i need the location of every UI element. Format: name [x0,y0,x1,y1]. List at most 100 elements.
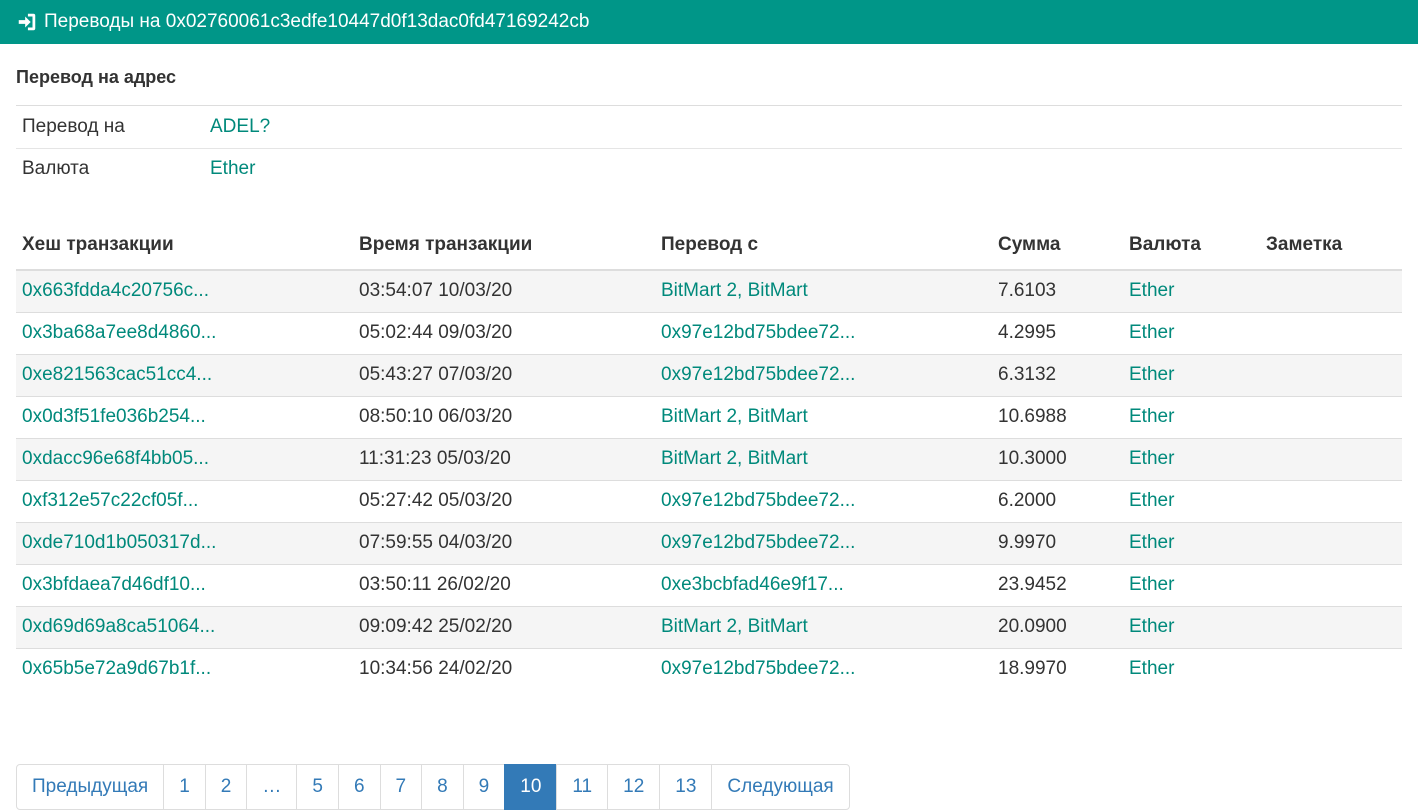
table-cell: 20.0900 [992,605,1123,648]
table-cell: 0x65b5e72a9d67b1f... [16,647,353,689]
page-9-button[interactable]: 9 [462,764,506,810]
page-11-button[interactable]: 11 [556,764,609,810]
table-cell: BitMart 2, BitMart [655,395,992,438]
table-cell: Ether [1123,647,1260,689]
tx-hash-link[interactable]: 0xe821563cac51cc4... [22,364,212,385]
tx-currency-link[interactable]: Ether [1129,658,1174,679]
tx-amount: 18.9970 [998,657,1067,679]
table-row: 0x0d3f51fe036b254... 08:50:10 06/03/20 Bit… [16,395,1402,438]
tx-hash-link[interactable]: 0x3bfdaea7d46df10... [22,574,206,595]
previous-page-button[interactable]: Предыдущая [16,764,165,810]
tx-time: 05:43:27 07/03/20 [359,364,513,385]
transactions-table: Хеш транзакции Время транзакции Перевод … [16,220,1402,689]
tx-from-link[interactable]: 0x97e12bd75bdee72... [661,532,855,553]
table-cell: Ether [1123,605,1260,648]
tx-currency-link[interactable]: Ether [1129,280,1174,301]
table-cell: Ether [1123,311,1260,354]
tx-currency-link[interactable]: Ether [1129,574,1174,595]
table-cell: BitMart 2, BitMart [655,605,992,648]
tx-hash-link[interactable]: 0xdacc96e68f4bb05... [22,448,209,469]
tx-currency-link[interactable]: Ether [1129,406,1174,427]
tx-amount: 6.2000 [998,490,1057,511]
recipient-link[interactable]: ADEL? [210,116,270,137]
tx-from-link[interactable]: BitMart 2, BitMart [661,280,808,301]
tx-from-link[interactable]: 0x97e12bd75bdee72... [661,364,855,385]
page-ellipsis: … [246,764,298,810]
tx-time: 10:34:56 24/02/20 [359,657,513,679]
table-row: 0x663fdda4c20756c... 03:54:07 10/03/20 Bit… [16,270,1402,312]
tx-amount: 4.2995 [998,322,1057,343]
table-cell: 03:54:07 10/03/20 [353,270,655,312]
currency-link[interactable]: Ether [210,158,255,179]
table-cell: 0xf312e57c22cf05f... [16,479,353,522]
tx-from-link[interactable]: 0x97e12bd75bdee72... [661,322,855,343]
tx-hash-link[interactable]: 0xf312e57c22cf05f... [22,490,198,511]
tx-hash-link[interactable]: 0xde710d1b050317d... [22,532,216,553]
tx-hash-link[interactable]: 0x0d3f51fe036b254... [22,406,206,427]
next-page-button[interactable]: Следующая [711,764,850,810]
table-cell: 0x97e12bd75bdee72... [655,311,992,354]
table-row: 0x65b5e72a9d67b1f... 10:34:56 24/02/20 0x9… [16,647,1402,689]
page-7-button[interactable]: 7 [379,764,423,810]
table-cell [1260,521,1402,564]
table-cell: Ether [1123,563,1260,606]
info-row-currency: Валюта Ether [16,148,1402,190]
tx-from-link[interactable]: 0xe3bcbfad46e9f17... [661,574,844,595]
table-row: 0xe821563cac51cc4... 05:43:27 07/03/20 0x9… [16,353,1402,396]
table-cell [1260,270,1402,312]
tx-amount: 20.0900 [998,616,1067,637]
column-header-from: Перевод с [655,220,992,271]
page-8-button[interactable]: 8 [421,764,464,810]
section-title: Перевод на адрес [16,44,1402,106]
table-cell [1260,395,1402,438]
tx-amount: 10.6988 [998,406,1067,427]
tx-currency-link[interactable]: Ether [1129,448,1174,469]
table-cell: 10:34:56 24/02/20 [353,647,655,689]
table-cell: 0xe3bcbfad46e9f17... [655,563,992,606]
tx-from-link[interactable]: BitMart 2, BitMart [661,406,808,427]
table-row: 0xd69d69a8ca51064... 09:09:42 25/02/20 Bit… [16,605,1402,648]
tx-hash-link[interactable]: 0x65b5e72a9d67b1f... [22,658,211,679]
tx-from-link[interactable]: 0x97e12bd75bdee72... [661,658,855,679]
table-cell [1260,311,1402,354]
table-cell: Ether [1123,353,1260,396]
tx-hash-link[interactable]: 0x663fdda4c20756c... [22,280,209,301]
page-6-button[interactable]: 6 [337,764,381,810]
tx-time: 05:27:42 05/03/20 [359,490,513,511]
sign-in-icon [16,10,40,34]
table-cell: 11:31:23 05/03/20 [353,437,655,480]
table-cell: Ether [1123,395,1260,438]
tx-currency-link[interactable]: Ether [1129,616,1174,637]
page-12-button[interactable]: 12 [607,764,661,810]
column-header-time: Время транзакции [353,220,655,271]
column-header-currency: Валюта [1123,220,1260,271]
table-cell: 23.9452 [992,563,1123,606]
info-key: Перевод на [16,106,204,149]
table-cell: Ether [1123,270,1260,312]
table-cell: 05:02:44 09/03/20 [353,311,655,354]
table-cell: 0x97e12bd75bdee72... [655,479,992,522]
table-cell: 9.9970 [992,521,1123,564]
page-2-button[interactable]: 2 [204,764,248,810]
page-5-button[interactable]: 5 [296,764,339,810]
tx-from-link[interactable]: BitMart 2, BitMart [661,616,808,637]
tx-from-link[interactable]: 0x97e12bd75bdee72... [661,490,855,511]
table-cell [1260,647,1402,689]
page-title: Переводы на 0x02760061c3edfe10447d0f13da… [44,11,590,32]
tx-currency-link[interactable]: Ether [1129,364,1174,385]
page-13-button[interactable]: 13 [659,764,713,810]
tx-hash-link[interactable]: 0xd69d69a8ca51064... [22,616,215,637]
tx-currency-link[interactable]: Ether [1129,322,1174,343]
info-row-recipient: Перевод на ADEL? [16,106,1402,149]
tx-from-link[interactable]: BitMart 2, BitMart [661,448,808,469]
tx-currency-link[interactable]: Ether [1129,490,1174,511]
page-10-button[interactable]: 10 [504,764,558,810]
tx-hash-link[interactable]: 0x3ba68a7ee8d4860... [22,322,216,343]
table-cell [1260,605,1402,648]
table-cell: BitMart 2, BitMart [655,437,992,480]
page-1-button[interactable]: 1 [163,764,206,810]
tx-amount: 10.3000 [998,448,1067,469]
tx-currency-link[interactable]: Ether [1129,532,1174,553]
tx-time: 03:50:11 26/02/20 [359,574,511,595]
table-cell: 08:50:10 06/03/20 [353,395,655,438]
